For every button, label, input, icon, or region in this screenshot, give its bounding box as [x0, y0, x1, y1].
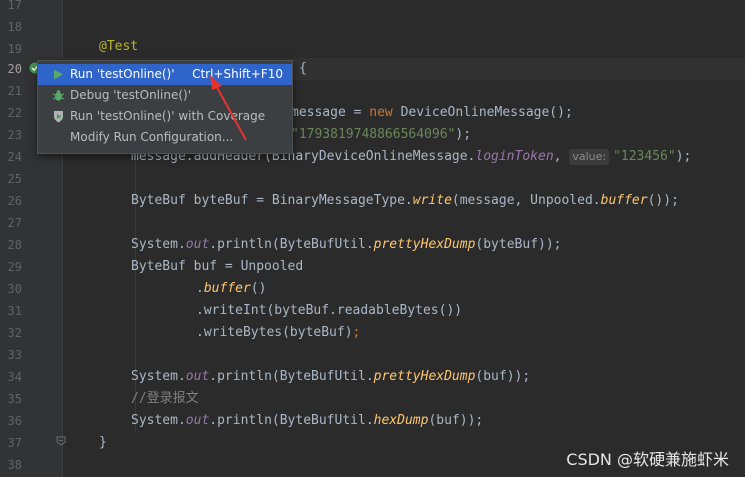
line-number: 37	[7, 436, 22, 450]
coverage-icon	[54, 111, 63, 123]
parameter-hint: value:	[569, 149, 610, 165]
line-number: 36	[7, 414, 22, 428]
line-number: 27	[7, 216, 22, 230]
line-number: 23	[7, 128, 22, 142]
line-number: 29	[7, 260, 22, 274]
line-number: 21	[7, 84, 22, 98]
line-number: 19	[7, 42, 22, 56]
line-number: 22	[7, 106, 22, 120]
line-number: 33	[7, 348, 22, 362]
line-number: 34	[7, 370, 22, 384]
line-number: 28	[7, 238, 22, 252]
line-number: 30	[7, 282, 22, 296]
menu-item-run[interactable]: Run 'testOnline()' Ctrl+Shift+F10	[38, 64, 292, 85]
line-number: 24	[7, 150, 22, 164]
menu-item-label: Modify Run Configuration...	[70, 130, 234, 144]
code-line-36: System.out.println(ByteBufUtil.hexDump(b…	[131, 413, 484, 428]
code-line-37: }	[99, 435, 107, 450]
code-line-31: .writeInt(byteBuf.readableBytes())	[196, 303, 463, 318]
run-icon	[54, 69, 63, 80]
code-line-23: "1793819748866564096");	[291, 127, 472, 142]
debug-icon	[52, 90, 65, 101]
menu-item-label: Run 'testOnline()'	[70, 67, 175, 81]
line-number: 26	[7, 194, 22, 208]
line-number: 20	[7, 62, 22, 76]
menu-item-shortcut: Ctrl+Shift+F10	[192, 67, 283, 81]
line-number: 35	[7, 392, 22, 406]
menu-item-modify-run-configuration[interactable]: Modify Run Configuration...	[38, 127, 292, 148]
line-number: 18	[7, 20, 22, 34]
code-line-20: {	[299, 61, 307, 76]
menu-item-label: Run 'testOnline()' with Coverage	[70, 109, 266, 123]
run-context-menu: Run 'testOnline()' Ctrl+Shift+F10 Debug …	[37, 60, 293, 154]
code-line-34: System.out.println(ByteBufUtil.prettyHex…	[131, 369, 531, 384]
code-line-29: ByteBuf buf = Unpooled	[131, 259, 304, 274]
menu-item-label: Debug 'testOnline()'	[70, 88, 191, 102]
line-number: 32	[7, 326, 22, 340]
code-line-26: ByteBuf byteBuf = BinaryMessageType.writ…	[131, 193, 679, 208]
code-line-30: .buffer()	[196, 281, 267, 296]
code-line-22: message = new DeviceOnlineMessage();	[291, 105, 573, 120]
line-number: 25	[7, 172, 22, 186]
line-number: 38	[7, 458, 22, 472]
line-number: 31	[7, 304, 22, 318]
menu-item-debug[interactable]: Debug 'testOnline()'	[38, 85, 292, 106]
menu-item-run-with-coverage[interactable]: Run 'testOnline()' with Coverage	[38, 106, 292, 127]
code-line-35: //登录报文	[131, 391, 199, 406]
code-line-28: System.out.println(ByteBufUtil.prettyHex…	[131, 237, 562, 252]
code-line-32: .writeBytes(byteBuf);	[196, 325, 361, 340]
code-line-19: @Test	[99, 39, 139, 54]
line-number: 17	[7, 0, 22, 12]
watermark: CSDN @软硬兼施虾米	[566, 450, 729, 469]
